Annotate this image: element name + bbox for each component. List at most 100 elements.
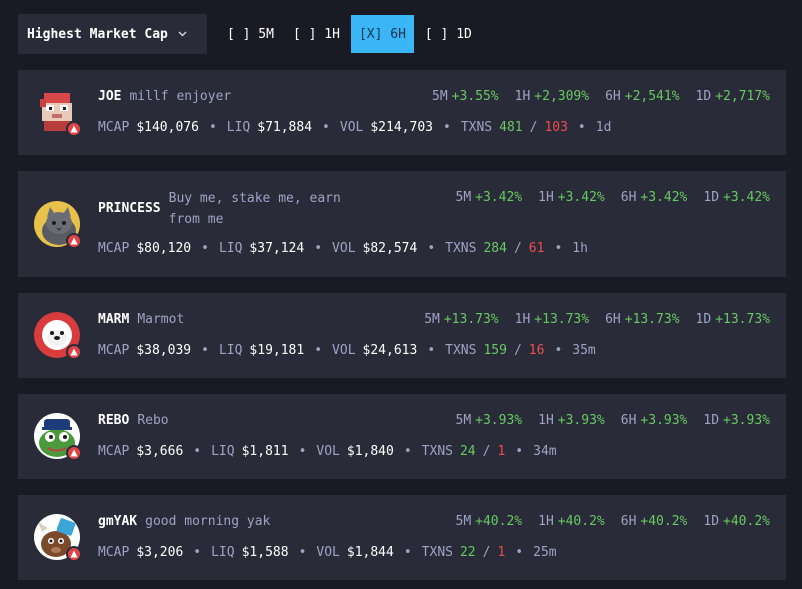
buys-count: 24 bbox=[459, 444, 476, 459]
chain-badge-icon bbox=[66, 121, 82, 137]
token-title: PRINCESS Buy me, stake me, earn from me bbox=[98, 188, 358, 230]
vol-label: VOL bbox=[332, 241, 356, 256]
change-5m: 5M +3.42% bbox=[455, 190, 523, 205]
txns-label: TXNS bbox=[445, 343, 477, 358]
mcap-value: $3,206 bbox=[136, 545, 184, 560]
txns-label: TXNS bbox=[421, 545, 453, 560]
filter-toolbar: Highest Market Cap [ ] 5M [ ] 1H [X] 6H … bbox=[18, 14, 480, 54]
buys-count: 22 bbox=[459, 545, 476, 560]
buys-count: 284 bbox=[483, 241, 507, 256]
token-stats: MCAP $38,039 • LIQ $19,181 • VOL $24,613 • … bbox=[98, 343, 596, 358]
change-5m: 5M +13.73% bbox=[424, 312, 499, 327]
change-1h: 1H +3.93% bbox=[538, 413, 605, 428]
change-1h: 1H +3.42% bbox=[538, 190, 605, 205]
token-age: 25m bbox=[533, 545, 557, 560]
change-1h: 1H +40.2% bbox=[538, 514, 605, 529]
token-name: Rebo bbox=[137, 413, 169, 428]
change-1d: 1D +40.2% bbox=[703, 514, 770, 529]
buys-count: 481 bbox=[499, 120, 523, 135]
mcap-value: $80,120 bbox=[136, 241, 192, 256]
vol-value: $214,703 bbox=[370, 120, 433, 135]
liq-value: $1,588 bbox=[241, 545, 289, 560]
vol-label: VOL bbox=[332, 343, 356, 358]
token-stats: MCAP $80,120 • LIQ $37,124 • VOL $82,574 • … bbox=[98, 241, 588, 256]
txns-label: TXNS bbox=[460, 120, 493, 135]
change-6h: 6H +2,541% bbox=[605, 89, 680, 104]
token-stats: MCAP $3,206 • LIQ $1,588 • VOL $1,844 • TXN… bbox=[98, 545, 557, 560]
token-avatar bbox=[34, 201, 82, 249]
sells-count: 103 bbox=[544, 120, 568, 135]
mcap-label: MCAP bbox=[98, 241, 130, 256]
sells-count: 1 bbox=[497, 444, 506, 459]
token-name: good morning yak bbox=[145, 514, 271, 529]
change-1d: 1D +3.93% bbox=[703, 413, 770, 428]
price-changes: 5M +3.42% 1H +3.42% 6H +3.42% 1D +3.42% bbox=[440, 190, 771, 205]
liq-value: $1,811 bbox=[241, 444, 289, 459]
token-card[interactable]: MARM Marmot 5M +13.73% 1H +13.73% 6H +13.73… bbox=[18, 293, 786, 378]
token-title: REBO Rebo bbox=[98, 413, 169, 428]
price-changes: 5M +3.93% 1H +3.93% 6H +3.93% 1D +3.93% bbox=[440, 413, 771, 428]
chain-badge-icon bbox=[66, 445, 82, 461]
change-1d: 1D +2,717% bbox=[695, 89, 770, 104]
timeframe-6h[interactable]: [X] 6H bbox=[350, 15, 414, 53]
timeframe-5m[interactable]: [ ] 5M bbox=[219, 15, 282, 53]
mcap-label: MCAP bbox=[98, 120, 130, 135]
change-6h: 6H +3.42% bbox=[620, 190, 688, 205]
change-5m: 5M +3.93% bbox=[455, 413, 523, 428]
token-title: JOE millf enjoyer bbox=[98, 89, 231, 104]
token-avatar bbox=[34, 413, 82, 461]
token-card[interactable]: REBO Rebo 5M +3.93% 1H +3.93% 6H +3.93% 1D +… bbox=[18, 394, 786, 479]
price-changes: 5M +3.55% 1H +2,309% 6H +2,541% 1D +2,717% bbox=[416, 89, 770, 104]
token-name: Buy me, stake me, earn from me bbox=[168, 191, 341, 227]
token-ticker: MARM bbox=[98, 312, 130, 327]
mcap-value: $140,076 bbox=[136, 120, 199, 135]
vol-label: VOL bbox=[316, 545, 340, 560]
token-ticker: gmYAK bbox=[98, 514, 138, 529]
sort-dropdown[interactable]: Highest Market Cap bbox=[18, 14, 207, 54]
sells-count: 16 bbox=[528, 343, 545, 358]
token-card[interactable]: JOE millf enjoyer 5M +3.55% 1H +2,309% 6H +… bbox=[18, 70, 786, 155]
mcap-label: MCAP bbox=[98, 545, 130, 560]
vol-label: VOL bbox=[316, 444, 340, 459]
liq-value: $71,884 bbox=[257, 120, 313, 135]
chain-badge-icon bbox=[66, 233, 82, 249]
token-card[interactable]: PRINCESS Buy me, stake me, earn from me … bbox=[18, 171, 786, 277]
liq-label: LIQ bbox=[226, 120, 251, 135]
timeframe-1h[interactable]: [ ] 1H bbox=[285, 15, 348, 53]
token-title: gmYAK good morning yak bbox=[98, 514, 270, 529]
token-avatar bbox=[34, 514, 82, 562]
token-card[interactable]: gmYAK good morning yak 5M +40.2% 1H +40.2%… bbox=[18, 495, 786, 580]
mcap-value: $38,039 bbox=[136, 343, 192, 358]
liq-label: LIQ bbox=[218, 343, 243, 358]
token-ticker: PRINCESS bbox=[98, 201, 161, 216]
change-6h: 6H +13.73% bbox=[605, 312, 680, 327]
change-5m: 5M +40.2% bbox=[455, 514, 523, 529]
token-avatar bbox=[34, 312, 82, 360]
chain-badge-icon bbox=[66, 546, 82, 562]
mcap-value: $3,666 bbox=[136, 444, 184, 459]
chevron-down-icon bbox=[178, 29, 187, 40]
txns-label: TXNS bbox=[421, 444, 453, 459]
price-changes: 5M +13.73% 1H +13.73% 6H +13.73% 1D +13.73% bbox=[408, 312, 770, 327]
liq-label: LIQ bbox=[211, 545, 235, 560]
mcap-label: MCAP bbox=[98, 343, 130, 358]
vol-value: $82,574 bbox=[362, 241, 418, 256]
token-stats: MCAP $3,666 • LIQ $1,811 • VOL $1,840 • TXN… bbox=[98, 444, 557, 459]
token-age: 35m bbox=[572, 343, 596, 358]
sells-count: 1 bbox=[497, 545, 506, 560]
price-changes: 5M +40.2% 1H +40.2% 6H +40.2% 1D +40.2% bbox=[440, 514, 771, 529]
mcap-label: MCAP bbox=[98, 444, 130, 459]
change-6h: 6H +40.2% bbox=[620, 514, 688, 529]
vol-value: $24,613 bbox=[362, 343, 418, 358]
token-age: 34m bbox=[533, 444, 557, 459]
timeframe-1d[interactable]: [ ] 1D bbox=[417, 15, 480, 53]
txns-label: TXNS bbox=[445, 241, 477, 256]
liq-value: $37,124 bbox=[249, 241, 305, 256]
token-age: 1d bbox=[595, 120, 612, 135]
change-1d: 1D +13.73% bbox=[695, 312, 770, 327]
change-1h: 1H +2,309% bbox=[514, 89, 590, 104]
liq-value: $19,181 bbox=[249, 343, 305, 358]
sells-count: 61 bbox=[528, 241, 545, 256]
buys-count: 159 bbox=[483, 343, 507, 358]
token-ticker: JOE bbox=[98, 89, 122, 104]
